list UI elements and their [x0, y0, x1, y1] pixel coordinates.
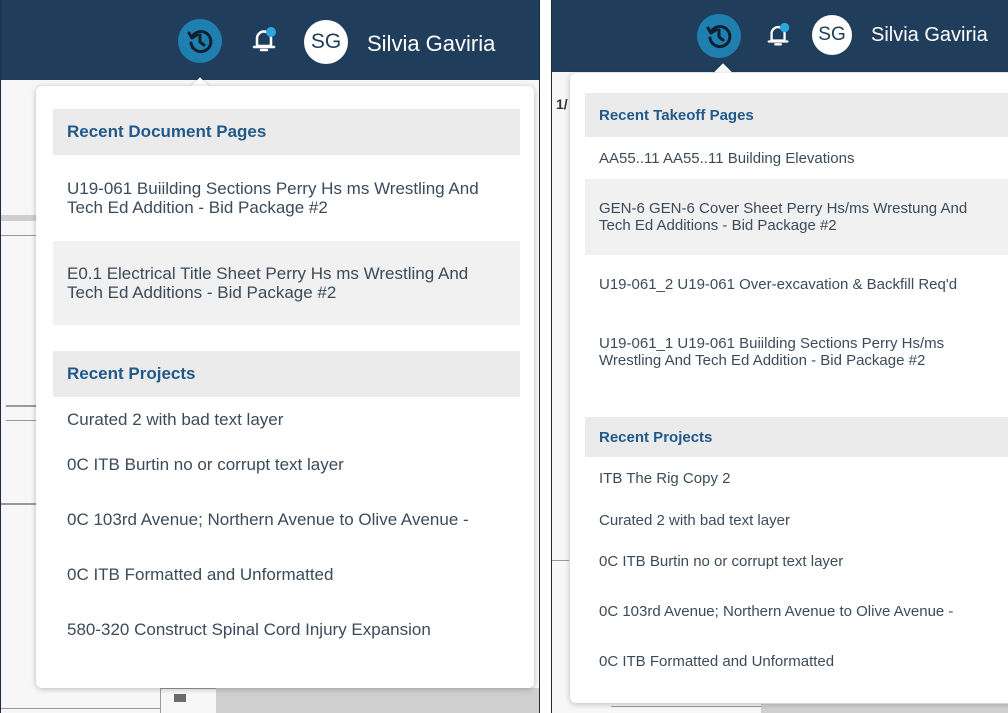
user-name[interactable]: Silvia Gaviria	[871, 24, 988, 47]
list-item[interactable]: GEN-6 GEN-6 Cover Sheet Perry Hs/ms Wres…	[585, 179, 1008, 255]
canvas-truss	[6, 420, 36, 421]
canvas-line	[160, 688, 216, 689]
top-navigation-bar: SG Silvia Gaviria	[551, 0, 1008, 72]
list-item[interactable]: 580-320 Construct Spinal Cord Injury Exp…	[53, 597, 520, 661]
canvas-footer	[761, 704, 1008, 713]
list-item[interactable]: 0C ITB Formatted and Unformatted	[585, 641, 1008, 681]
recent-history-button[interactable]	[697, 14, 741, 58]
recent-projects-header: Recent Projects	[53, 351, 520, 397]
document-page-label: 1/	[556, 96, 568, 112]
history-icon	[187, 30, 213, 53]
panel-border	[551, 0, 552, 713]
list-item[interactable]: ITB The Rig Copy 2	[585, 457, 1008, 499]
notifications-button[interactable]	[251, 26, 277, 54]
history-icon	[706, 25, 732, 48]
list-item[interactable]: 0C ITB Burtin no or corrupt text layer	[585, 541, 1008, 581]
canvas-thumbnail	[174, 694, 186, 702]
list-item[interactable]: U19-061 Buiilding Sections Perry Hs ms W…	[53, 155, 520, 241]
canvas-line	[0, 503, 40, 505]
canvas-strip	[0, 215, 40, 221]
panel-separator	[540, 0, 551, 713]
canvas-truss	[6, 405, 36, 407]
left-screenshot-panel: SG Silvia Gaviria Recent Document Pages …	[0, 0, 540, 713]
canvas-line	[160, 688, 161, 713]
list-item[interactable]: 0C 103rd Avenue; Northern Avenue to Oliv…	[53, 487, 520, 551]
bell-icon	[252, 27, 276, 52]
canvas-line	[611, 706, 761, 707]
panel-border	[0, 0, 1, 713]
canvas-line	[0, 235, 40, 236]
notification-dot	[779, 22, 790, 33]
avatar[interactable]: SG	[304, 20, 348, 64]
recent-history-button[interactable]	[178, 19, 222, 63]
notifications-button[interactable]	[766, 22, 792, 50]
avatar[interactable]: SG	[812, 15, 852, 55]
list-item[interactable]: U19-061_1 U19-061 Buiilding Sections Per…	[585, 313, 1008, 391]
recent-document-pages-header: Recent Document Pages	[53, 109, 520, 155]
canvas-footer	[216, 688, 540, 713]
recent-history-dropdown: Recent Takeoff Pages AA55..11 AA55..11 B…	[570, 73, 1008, 703]
recent-takeoff-pages-header: Recent Takeoff Pages	[585, 93, 1008, 137]
recent-history-dropdown: Recent Document Pages U19-061 Buiilding …	[36, 86, 534, 688]
top-navigation-bar: SG Silvia Gaviria	[0, 0, 540, 80]
bell-icon	[767, 22, 790, 46]
list-item[interactable]: U19-061_2 U19-061 Over-excavation & Back…	[585, 255, 1008, 313]
list-item[interactable]: Curated 2 with bad text layer	[585, 499, 1008, 541]
list-item[interactable]: AA55..11 AA55..11 Building Elevations	[585, 137, 1008, 179]
list-item[interactable]: 0C 103rd Avenue; Northern Avenue to Oliv…	[585, 581, 1008, 641]
user-name[interactable]: Silvia Gaviria	[367, 31, 495, 57]
canvas-line	[551, 560, 569, 561]
list-item[interactable]: E0.1 Electrical Title Sheet Perry Hs ms …	[53, 241, 520, 325]
recent-projects-header: Recent Projects	[585, 417, 1008, 457]
list-item[interactable]: Curated 2 with bad text layer	[53, 397, 520, 441]
canvas-line	[0, 708, 160, 709]
list-item[interactable]: 0C ITB Formatted and Unformatted	[53, 551, 520, 597]
right-screenshot-panel: 1/ SG Silvia Gaviria Recent Takeoff Page…	[551, 0, 1008, 713]
list-item[interactable]: 0C ITB Burtin no or corrupt text layer	[53, 441, 520, 487]
notification-dot	[266, 27, 276, 37]
